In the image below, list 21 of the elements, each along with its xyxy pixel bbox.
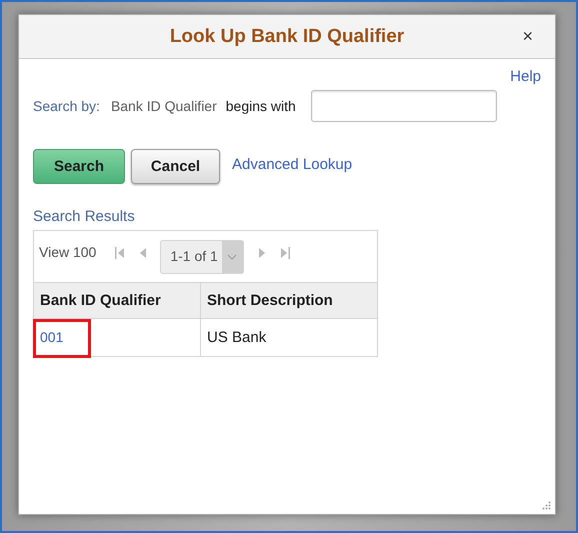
column-header: Bank ID Qualifier (34, 283, 200, 318)
caret-icon (227, 254, 238, 260)
first-page-icon[interactable] (114, 246, 126, 260)
search-by-label: Search by: (33, 98, 100, 114)
table-cell: US Bank (200, 318, 377, 356)
column-header: Short Description (200, 283, 377, 318)
operator-label: begins with (226, 98, 296, 114)
field-label: Bank ID Qualifier (110, 98, 217, 114)
search-button[interactable]: Search (33, 149, 125, 184)
result-link[interactable]: 001 (40, 329, 64, 345)
cancel-button[interactable]: Cancel (131, 149, 220, 184)
results-title: Search Results (33, 208, 136, 225)
dialog-title: Look Up Bank ID Qualifier (170, 26, 404, 48)
view-link[interactable]: View 100 (39, 244, 96, 260)
search-field[interactable] (310, 90, 497, 122)
advanced-lookup-link[interactable]: Advanced Lookup (232, 156, 352, 173)
help-link[interactable]: Help (510, 68, 541, 89)
page-range-dropdown[interactable]: 1-1 of 1 (160, 240, 244, 274)
last-page-icon[interactable] (278, 246, 291, 260)
resize-grip-icon[interactable] (542, 501, 551, 510)
close-button[interactable]: × (520, 26, 535, 46)
